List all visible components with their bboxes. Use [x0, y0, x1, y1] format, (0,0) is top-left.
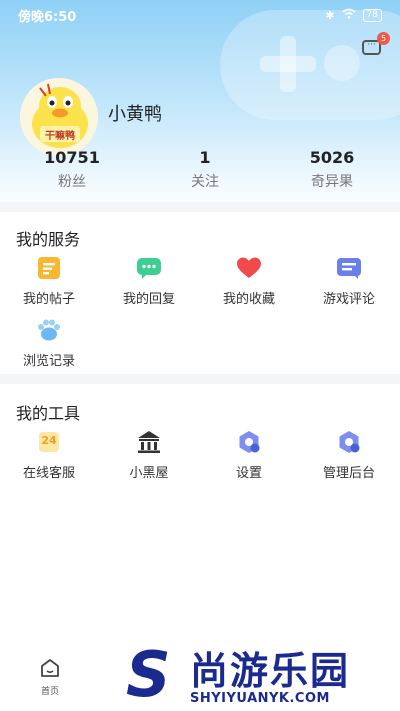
site-watermark: S 尚游乐园 SHYIYUANYK.COM	[120, 638, 400, 711]
watermark-logo-icon: S	[126, 638, 171, 711]
section-divider	[0, 202, 400, 212]
avatar[interactable]: 干嘛鸭	[20, 78, 98, 156]
tool-settings[interactable]: 设置	[214, 430, 284, 481]
wifi-icon	[342, 8, 356, 22]
section-title: 我的工具	[16, 404, 81, 423]
tab-home-label: 首页	[40, 687, 59, 697]
avatar-caption: 干嘛鸭	[45, 131, 75, 142]
watermark-brand: 尚游乐园	[190, 649, 351, 693]
stat-value: 5026	[309, 148, 355, 167]
bluetooth-icon: ✱	[325, 8, 335, 22]
home-icon	[41, 659, 59, 677]
posts-icon	[36, 256, 62, 280]
my-services-section: 我的服务 我的帖子 我的回复 我的收藏 游戏评论 浏览记录	[0, 212, 400, 372]
tool-label: 设置	[235, 466, 262, 481]
username: 小黄鸭	[108, 104, 162, 125]
bottom-tab-bar: 首页	[0, 650, 120, 711]
reply-icon	[136, 256, 162, 280]
battery-indicator: 78	[362, 8, 382, 22]
message-count-badge: 5	[377, 32, 390, 45]
support-24-label: 24	[41, 434, 57, 447]
stat-value: 10751	[44, 148, 100, 167]
my-tools-section: 我的工具 24 在线客服 小黑屋 设置 管理后台	[0, 384, 400, 494]
tool-admin-backend[interactable]: 管理后台	[314, 430, 384, 481]
tool-label: 在线客服	[22, 466, 75, 481]
stat-label: 奇异果	[311, 174, 353, 190]
messages-button[interactable]: ··· 5	[362, 32, 390, 58]
stat-value: 1	[199, 148, 211, 167]
stat-kiwi[interactable]: 5026 奇异果	[272, 148, 392, 191]
service-my-posts[interactable]: 我的帖子	[14, 256, 84, 307]
tool-label: 小黑屋	[129, 466, 169, 481]
duck-avatar-icon	[20, 78, 98, 156]
comment-icon	[336, 256, 362, 280]
service-browsing-history[interactable]: 浏览记录	[14, 318, 84, 369]
service-label: 我的帖子	[22, 292, 75, 307]
decoration-circle	[324, 45, 360, 81]
service-label: 游戏评论	[322, 292, 375, 307]
service-game-reviews[interactable]: 游戏评论	[314, 256, 384, 307]
tool-label: 管理后台	[322, 466, 375, 481]
profile-stats: 10751 粉丝 1 关注 5026 奇异果	[0, 148, 400, 194]
service-label: 我的收藏	[222, 292, 275, 307]
stat-following[interactable]: 1 关注	[145, 148, 265, 191]
tool-online-support[interactable]: 24 在线客服	[14, 430, 84, 481]
watermark-url: SHYIYUANYK.COM	[190, 691, 330, 706]
stat-fans[interactable]: 10751 粉丝	[12, 148, 132, 191]
tab-home[interactable]: 首页	[30, 658, 70, 697]
heart-icon	[236, 256, 262, 280]
tool-blackroom[interactable]: 小黑屋	[114, 430, 184, 481]
section-divider	[0, 374, 400, 384]
admin-icon	[336, 430, 362, 454]
paw-icon	[36, 318, 62, 342]
status-time: 傍晚6:50	[18, 9, 77, 25]
section-title: 我的服务	[16, 230, 81, 249]
support-24-icon: 24	[36, 430, 62, 454]
status-bar: 傍晚6:50 ✱ 78	[0, 0, 400, 30]
status-icons: ✱ 78	[325, 8, 382, 22]
service-label: 浏览记录	[22, 354, 75, 369]
settings-icon	[236, 430, 262, 454]
service-label: 我的回复	[122, 292, 175, 307]
building-icon	[136, 430, 162, 454]
stat-label: 关注	[191, 174, 219, 190]
service-my-replies[interactable]: 我的回复	[114, 256, 184, 307]
stat-label: 粉丝	[58, 174, 86, 190]
service-my-favorites[interactable]: 我的收藏	[214, 256, 284, 307]
